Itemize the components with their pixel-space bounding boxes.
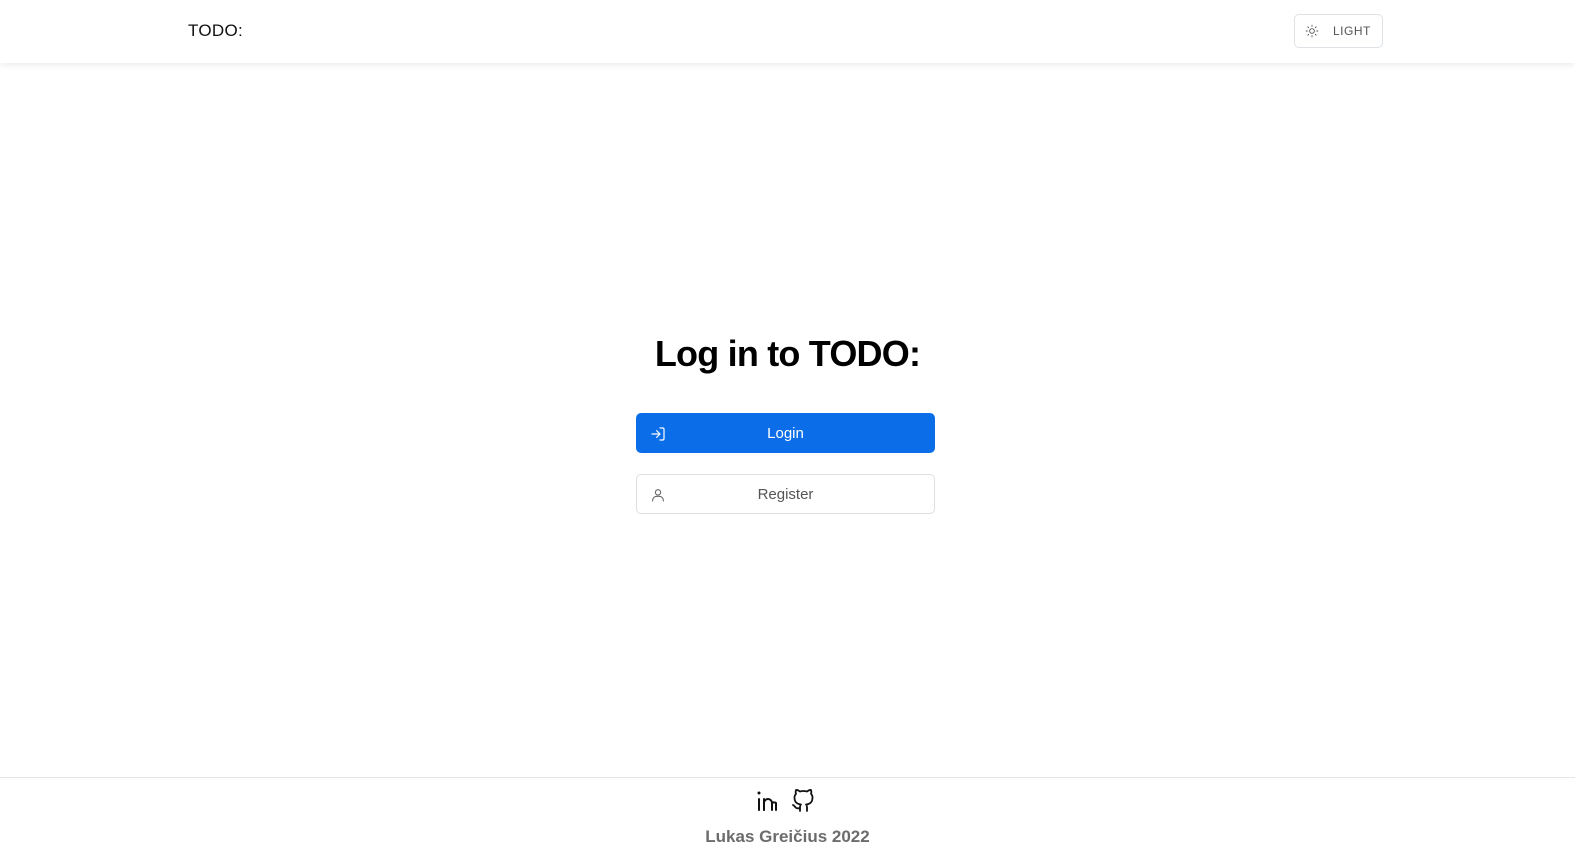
login-button[interactable]: Login [636, 413, 935, 453]
login-panel: Log in to TODO: Login Register [0, 63, 1575, 777]
user-icon [650, 487, 666, 503]
brand-logo[interactable]: TODO: [188, 21, 243, 41]
footer-credit: Lukas Greičius 2022 [705, 827, 870, 846]
theme-toggle-button[interactable]: LIGHT [1294, 14, 1383, 48]
login-arrow-icon [650, 426, 666, 442]
github-icon[interactable] [791, 789, 815, 813]
footer: Lukas Greičius 2022 [0, 777, 1575, 860]
page-title: Log in to TODO: [654, 333, 921, 374]
register-button-label: Register [757, 485, 814, 503]
social-links [755, 789, 815, 813]
navbar: TODO: LIGHT [0, 0, 1575, 63]
register-button[interactable]: Register [636, 474, 935, 514]
login-button-label: Login [767, 424, 804, 442]
sun-icon [1305, 24, 1319, 38]
linkedin-icon[interactable] [755, 789, 779, 813]
theme-toggle-label: LIGHT [1333, 24, 1371, 38]
